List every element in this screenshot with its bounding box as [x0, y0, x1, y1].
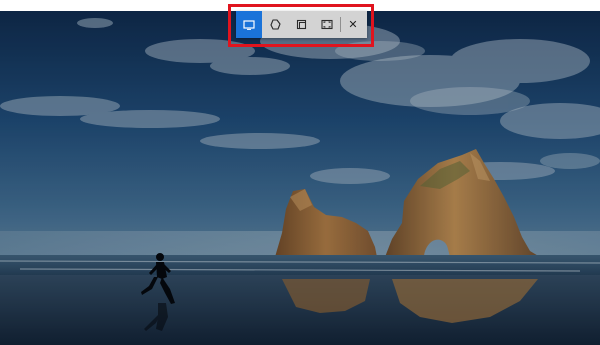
- desktop-background: [0, 11, 600, 345]
- wallpaper-beach-rocks-image: [0, 11, 600, 345]
- snip-toolbar: ✕: [236, 11, 367, 38]
- rectangle-snip-icon: [243, 19, 255, 30]
- freeform-snip-button[interactable]: [262, 11, 288, 38]
- close-icon: ✕: [348, 18, 358, 31]
- fullscreen-snip-icon: [321, 19, 333, 30]
- window-snip-button[interactable]: [288, 11, 314, 38]
- window-snip-icon: [296, 19, 306, 30]
- rectangular-snip-button[interactable]: [236, 11, 262, 38]
- fullscreen-snip-button[interactable]: [314, 11, 340, 38]
- freeform-snip-icon: [269, 19, 281, 30]
- close-snip-button[interactable]: ✕: [341, 11, 365, 38]
